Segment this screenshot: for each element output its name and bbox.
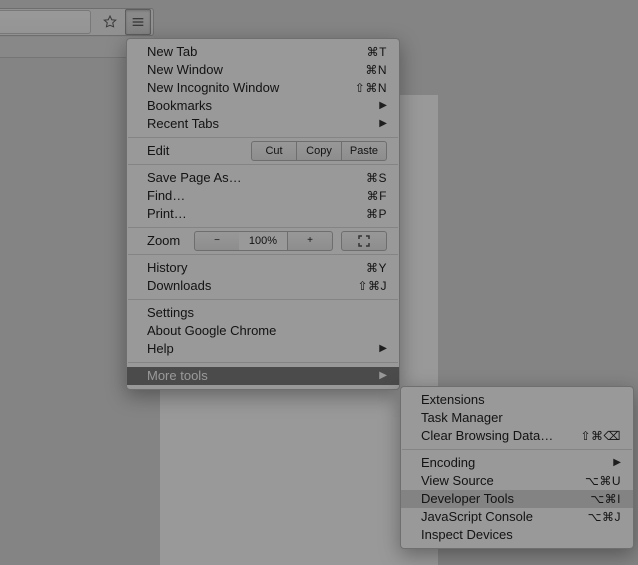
- more-tools-submenu: Extensions Task Manager Clear Browsing D…: [400, 386, 634, 549]
- menu-shortcut: ⌘Y: [346, 259, 387, 277]
- menu-print[interactable]: Print… ⌘P: [127, 205, 399, 223]
- menu-label: Task Manager: [421, 409, 621, 427]
- submenu-developer-tools[interactable]: Developer Tools ⌥⌘I: [401, 490, 633, 508]
- menu-label: Downloads: [147, 277, 337, 295]
- hamburger-icon: [130, 14, 146, 30]
- chevron-right-icon: ▶: [379, 340, 387, 358]
- submenu-javascript-console[interactable]: JavaScript Console ⌥⌘J: [401, 508, 633, 526]
- menu-separator: [128, 362, 398, 363]
- chevron-right-icon: ▶: [379, 367, 387, 385]
- menu-about[interactable]: About Google Chrome: [127, 322, 399, 340]
- menu-recent-tabs[interactable]: Recent Tabs ▶: [127, 115, 399, 133]
- menu-separator: [128, 254, 398, 255]
- menu-label: New Window: [147, 61, 345, 79]
- submenu-inspect-devices[interactable]: Inspect Devices: [401, 526, 633, 544]
- menu-separator: [402, 449, 632, 450]
- fullscreen-button[interactable]: [341, 231, 387, 251]
- menu-label: New Tab: [147, 43, 347, 61]
- menu-label: Developer Tools: [421, 490, 570, 508]
- app-menu-button[interactable]: [125, 9, 151, 35]
- fullscreen-icon: [358, 235, 370, 247]
- chevron-right-icon: ▶: [613, 454, 621, 472]
- menu-shortcut: ⌘N: [345, 61, 387, 79]
- menu-shortcut: ⌥⌘I: [570, 490, 621, 508]
- menu-separator: [128, 299, 398, 300]
- menu-history[interactable]: History ⌘Y: [127, 259, 399, 277]
- chevron-right-icon: ▶: [379, 115, 387, 133]
- menu-shortcut: ⇧⌘J: [337, 277, 387, 295]
- menu-new-tab[interactable]: New Tab ⌘T: [127, 43, 399, 61]
- menu-new-incognito[interactable]: New Incognito Window ⇧⌘N: [127, 79, 399, 97]
- zoom-out-button[interactable]: −: [194, 231, 240, 251]
- menu-label: More tools: [147, 367, 359, 385]
- menu-downloads[interactable]: Downloads ⇧⌘J: [127, 277, 399, 295]
- menu-label: About Google Chrome: [147, 322, 387, 340]
- edit-paste-button[interactable]: Paste: [341, 141, 387, 161]
- menu-label: Find…: [147, 187, 347, 205]
- minus-icon: −: [214, 236, 220, 246]
- menu-label: Bookmarks: [147, 97, 359, 115]
- menu-shortcut: ⌘F: [347, 187, 387, 205]
- omnibox-right-edge[interactable]: [0, 10, 91, 34]
- menu-help[interactable]: Help ▶: [127, 340, 399, 358]
- menu-shortcut: ⌘T: [347, 43, 387, 61]
- submenu-view-source[interactable]: View Source ⌥⌘U: [401, 472, 633, 490]
- menu-label: New Incognito Window: [147, 79, 335, 97]
- menu-shortcut: ⇧⌘⌫: [560, 427, 621, 445]
- submenu-clear-browsing-data[interactable]: Clear Browsing Data… ⇧⌘⌫: [401, 427, 633, 445]
- menu-settings[interactable]: Settings: [127, 304, 399, 322]
- menu-label: Encoding: [421, 454, 593, 472]
- menu-label: Save Page As…: [147, 169, 346, 187]
- menu-label: Edit: [147, 142, 169, 160]
- menu-separator: [128, 137, 398, 138]
- zoom-level: 100%: [239, 231, 288, 251]
- bookmark-star-button[interactable]: [97, 9, 123, 35]
- app-menu: New Tab ⌘T New Window ⌘N New Incognito W…: [126, 38, 400, 390]
- zoom-in-button[interactable]: +: [287, 231, 333, 251]
- menu-label: History: [147, 259, 346, 277]
- menu-shortcut: ⌘P: [346, 205, 387, 223]
- submenu-encoding[interactable]: Encoding ▶: [401, 454, 633, 472]
- edit-cut-button[interactable]: Cut: [251, 141, 297, 161]
- menu-edit-row: Edit Cut Copy Paste: [127, 142, 399, 160]
- menu-label: Extensions: [421, 391, 621, 409]
- menu-label: Clear Browsing Data…: [421, 427, 560, 445]
- menu-save-page[interactable]: Save Page As… ⌘S: [127, 169, 399, 187]
- menu-shortcut: ⌥⌘U: [565, 472, 621, 490]
- menu-separator: [128, 164, 398, 165]
- menu-label: Recent Tabs: [147, 115, 359, 133]
- menu-label: Print…: [147, 205, 346, 223]
- submenu-extensions[interactable]: Extensions: [401, 391, 633, 409]
- menu-shortcut: ⌥⌘J: [568, 508, 621, 526]
- menu-shortcut: ⇧⌘N: [335, 79, 387, 97]
- submenu-task-manager[interactable]: Task Manager: [401, 409, 633, 427]
- menu-shortcut: ⌘S: [346, 169, 387, 187]
- menu-bookmarks[interactable]: Bookmarks ▶: [127, 97, 399, 115]
- menu-label: Inspect Devices: [421, 526, 621, 544]
- edit-copy-button[interactable]: Copy: [296, 141, 342, 161]
- menu-find[interactable]: Find… ⌘F: [127, 187, 399, 205]
- menu-label: View Source: [421, 472, 565, 490]
- menu-label: JavaScript Console: [421, 508, 568, 526]
- menu-new-window[interactable]: New Window ⌘N: [127, 61, 399, 79]
- star-icon: [102, 14, 118, 30]
- menu-label: Settings: [147, 304, 387, 322]
- menu-label: Help: [147, 340, 359, 358]
- menu-separator: [128, 227, 398, 228]
- browser-toolbar: [0, 8, 154, 36]
- menu-more-tools[interactable]: More tools ▶: [127, 367, 399, 385]
- menu-label: Zoom: [147, 232, 180, 250]
- chevron-right-icon: ▶: [379, 97, 387, 115]
- menu-zoom-row: Zoom − 100% +: [127, 232, 399, 250]
- plus-icon: +: [307, 236, 313, 246]
